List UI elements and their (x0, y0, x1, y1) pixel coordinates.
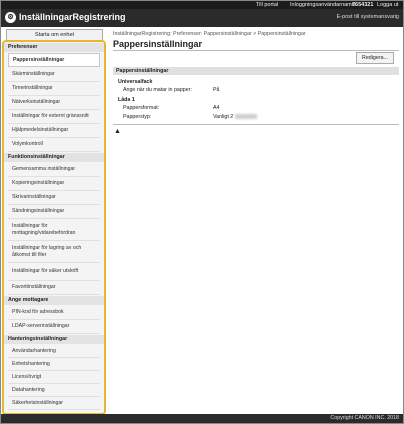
sidebar-item-secure-print[interactable]: Inställningar för säker utskrift (8, 263, 100, 281)
sidebar-item-copy-settings[interactable]: Kopieringsinställningar (8, 177, 100, 191)
sidebar-item-receive-forward[interactable]: Inställningar för mottagning/vidarebefor… (8, 219, 100, 241)
sidebar-item-network-settings[interactable]: Nätverksinställningar (8, 96, 100, 110)
sidebar-item-favorite-settings[interactable]: Favoritinställningar (8, 281, 100, 295)
sidebar-section-function-settings: Funktionsinställningar (4, 153, 104, 162)
sidebar-item-volume-control[interactable]: Volymkontroll (8, 138, 100, 152)
top-bar: Till portal Inloggningsanvändarnamn: 765… (1, 1, 403, 9)
group-drawer-1: Låda 1 (118, 97, 135, 103)
edit-button[interactable]: Redigera... (356, 52, 394, 64)
scroll-top-icon[interactable]: ▲ (114, 128, 121, 135)
sidebar-item-common-settings[interactable]: Gemensamma inställningar (8, 163, 100, 177)
sidebar-item-send-settings[interactable]: Sändningsinställningar (8, 205, 100, 219)
input-paper-value: På (213, 87, 220, 93)
sidebar-section-set-destination: Ange mottagare (4, 296, 104, 305)
group-multipurpose-tray: Universalfack (118, 79, 153, 85)
app-header: ⚙ InställningarRegistrering E-post till … (1, 9, 403, 27)
input-paper-label: Ange när du matar in papper: (123, 87, 192, 93)
sidebar-item-timer-settings[interactable]: Timerinställningar (8, 82, 100, 96)
sidebar-item-data-management[interactable]: Datahantering (8, 384, 100, 397)
logout-link[interactable]: Logga ut (377, 2, 398, 8)
section-divider (113, 124, 399, 125)
paper-size-label: Pappersformat: (123, 105, 160, 111)
paper-size-value: A4 (213, 105, 220, 111)
paper-type-label: Papperstyp: (123, 114, 152, 120)
sidebar-item-address-book-pin[interactable]: PIN-kod för adressbok (8, 306, 100, 320)
paper-type-detail-blurred (235, 114, 258, 120)
sidebar-item-external-interface[interactable]: Inställningar för externt gränssnitt (8, 110, 100, 124)
section-header: Pappersinställningar (113, 67, 399, 75)
paper-type-value: Vanligt 2 (213, 114, 258, 120)
sidebar-item-license-other[interactable]: Licens/övrigt (8, 371, 100, 384)
sidebar: Preferenser Pappersinställningar Skärmin… (2, 40, 106, 415)
sidebar-item-user-management[interactable]: Användarhantering (8, 345, 100, 358)
sidebar-item-security-settings[interactable]: Säkerhetsinställningar (8, 397, 100, 410)
page-title: Pappersinställningar (113, 39, 203, 49)
sidebar-item-device-management[interactable]: Enhetshantering (8, 358, 100, 371)
login-user-id: 7654321 (352, 2, 374, 8)
app-title: InställningarRegistrering (19, 12, 126, 22)
breadcrumb: InställningarRegistrering: Preferenser: … (113, 31, 306, 37)
sidebar-item-ldap-server[interactable]: LDAP-serverinställningar (8, 320, 100, 334)
login-user-label: Inloggningsanvändarnamn: (290, 2, 357, 8)
sidebar-item-accessibility[interactable]: Hjälpmedelsinställningar (8, 124, 100, 138)
portal-link[interactable]: Till portal (256, 2, 278, 8)
sidebar-section-preferences: Preferenser (4, 43, 104, 52)
footer: Copyright CANON INC. 2018 (1, 414, 403, 423)
email-admin-link[interactable]: E-post till systemansvarig (337, 14, 399, 20)
paper-type-text: Vanligt 2 (213, 114, 234, 120)
sidebar-item-printer-settings[interactable]: Skrivarinställningar (8, 191, 100, 205)
sidebar-item-store-access-files[interactable]: Inställningar för lagring av och åtkomst… (8, 241, 100, 263)
sidebar-section-management-settings: Hanteringsinställningar (4, 335, 104, 344)
sidebar-item-paper-settings[interactable]: Pappersinställningar (8, 53, 100, 67)
title-divider (113, 50, 399, 51)
sidebar-item-display-settings[interactable]: Skärminställningar (8, 68, 100, 82)
copyright: Copyright CANON INC. 2018 (330, 415, 399, 421)
settings-logo-icon: ⚙ (5, 12, 16, 23)
browser-frame: Till portal Inloggningsanvändarnamn: 765… (0, 0, 404, 424)
